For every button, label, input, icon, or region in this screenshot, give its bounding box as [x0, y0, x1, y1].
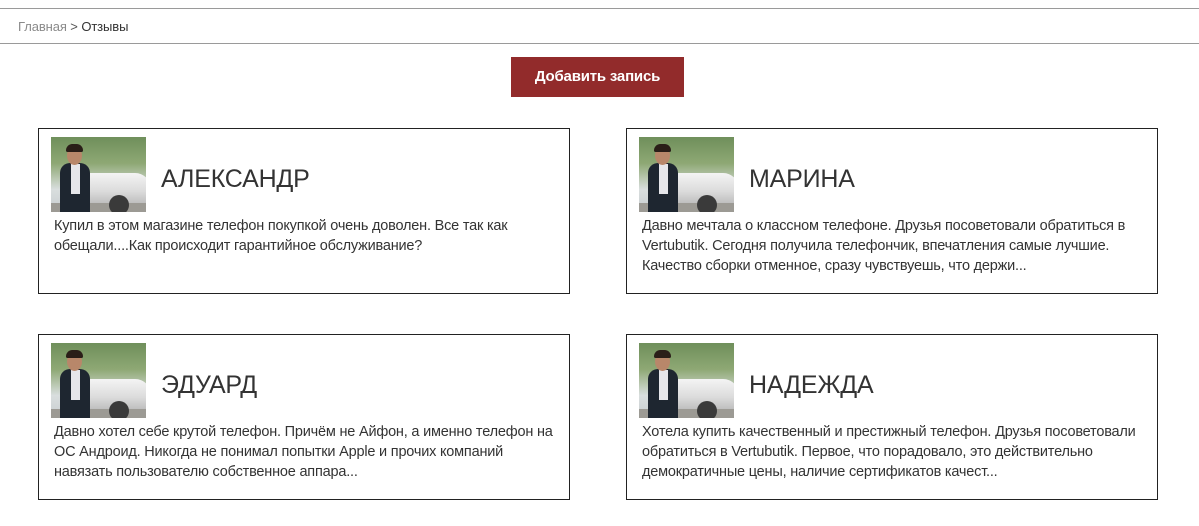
- review-card[interactable]: ЭДУАРД Давно хотел себе крутой телефон. …: [38, 334, 570, 500]
- reviewer-avatar: [639, 137, 734, 212]
- review-text: Давно хотел себе крутой телефон. Причём …: [54, 424, 553, 480]
- add-review-button[interactable]: Добавить запись: [511, 57, 684, 97]
- reviewer-name: НАДЕЖДА: [749, 371, 874, 399]
- reviewer-avatar: [51, 343, 146, 418]
- review-card[interactable]: АЛЕКСАНДР Купил в этом магазине телефон …: [38, 128, 570, 294]
- reviewer-avatar: [639, 343, 734, 418]
- review-text: Хотела купить качественный и престижный …: [642, 424, 1136, 480]
- review-card[interactable]: НАДЕЖДА Хотела купить качественный и пре…: [626, 334, 1158, 500]
- review-text: Купил в этом магазине телефон покупкой о…: [54, 218, 508, 254]
- breadcrumb-home-link[interactable]: Главная: [18, 19, 67, 34]
- reviewer-avatar: [51, 137, 146, 212]
- breadcrumb-current: Отзывы: [81, 19, 129, 34]
- reviewer-name: АЛЕКСАНДР: [161, 165, 310, 193]
- breadcrumb-inner: Главная > Отзывы: [18, 19, 128, 35]
- review-text: Давно мечтала о классном телефоне. Друзь…: [642, 218, 1126, 274]
- review-card[interactable]: МАРИНА Давно мечтала о классном телефоне…: [626, 128, 1158, 294]
- breadcrumb-separator: >: [70, 19, 78, 34]
- reviewer-name: МАРИНА: [749, 165, 855, 193]
- reviewer-name: ЭДУАРД: [161, 371, 257, 399]
- breadcrumb: Главная > Отзывы: [0, 9, 1199, 44]
